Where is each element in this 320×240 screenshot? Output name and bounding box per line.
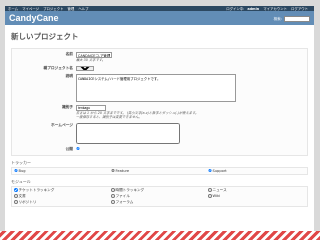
tracker-item: Bug bbox=[14, 169, 111, 173]
module-label: Wiki bbox=[212, 194, 221, 198]
tracker-item: Feature bbox=[111, 169, 208, 173]
module-label: ニュース bbox=[212, 187, 227, 192]
homepage-row: ホームページ bbox=[16, 122, 303, 144]
module-news-checkbox[interactable] bbox=[208, 188, 212, 192]
description-textarea[interactable]: CANDAICEシステム/ハード管理用プロジェクトです。 bbox=[76, 73, 236, 102]
name-row: 名前 最大 30 文字です。 bbox=[16, 52, 303, 63]
module-item: 文書 bbox=[14, 194, 111, 199]
module-label: リポジトリ bbox=[18, 199, 37, 204]
module-item: ニュース bbox=[208, 188, 305, 193]
identifier-row: 識別子 長さは 1 から 20 文字までです。 (英小文字(a-z)と数字とダッ… bbox=[16, 104, 303, 120]
tracker-support-checkbox[interactable] bbox=[208, 168, 212, 173]
homepage-input[interactable] bbox=[76, 122, 180, 144]
search-label: 検索: bbox=[273, 16, 282, 21]
module-documents-checkbox[interactable] bbox=[14, 194, 18, 198]
tracker-item: Support bbox=[208, 169, 305, 173]
module-item: フォーラム bbox=[111, 200, 208, 205]
name-hint: 最大 30 文字です。 bbox=[76, 58, 106, 62]
module-label: フォーラム bbox=[115, 199, 134, 204]
module-label: 時間トラッキング bbox=[115, 187, 145, 192]
page-title: 新しいプロジェクト bbox=[11, 32, 79, 41]
module-issue-tracking-checkbox[interactable] bbox=[14, 188, 18, 192]
module-files-checkbox[interactable] bbox=[111, 194, 115, 198]
app-logo: CandyCane bbox=[9, 13, 59, 23]
tracker-label: Bug bbox=[18, 168, 26, 173]
module-time-tracking-checkbox[interactable] bbox=[111, 188, 115, 192]
module-label: 文書 bbox=[18, 193, 26, 198]
modules-fieldset: チケットトラッキング 時間トラッキング ニュース 文書 ファイル Wiki リポ… bbox=[11, 185, 308, 207]
module-wiki-checkbox[interactable] bbox=[208, 194, 212, 198]
search-input[interactable] bbox=[284, 16, 310, 22]
identifier-hint-2: 一度保存すると、識別子は変更できません。 bbox=[76, 115, 142, 119]
decorative-stripe-border bbox=[0, 231, 320, 240]
page: ホーム マイページ プロジェクト 管理 ヘルプ ログイン中: admin マイアカ… bbox=[5, 6, 314, 234]
parent-row: 親プロジェクト名 bbox=[16, 65, 303, 71]
public-label: 公開 bbox=[65, 146, 73, 151]
tracker-label: Feature bbox=[115, 168, 130, 173]
identifier-label: 識別子 bbox=[61, 104, 73, 109]
module-repository-checkbox[interactable] bbox=[14, 200, 18, 204]
trackers-fieldset: Bug Feature Support bbox=[11, 166, 308, 175]
parent-select[interactable] bbox=[76, 65, 94, 71]
homepage-label: ホームページ bbox=[51, 122, 73, 127]
identifier-input[interactable] bbox=[76, 104, 106, 111]
modules-title: モジュール bbox=[11, 178, 31, 184]
module-item: チケットトラッキング bbox=[14, 188, 111, 193]
module-item: 時間トラッキング bbox=[111, 188, 208, 193]
public-checkbox[interactable] bbox=[76, 146, 80, 150]
parent-label: 親プロジェクト名 bbox=[43, 65, 74, 70]
name-label: 名前 bbox=[65, 52, 73, 56]
module-item: リポジトリ bbox=[14, 200, 111, 205]
description-row: 説明 CANDAICEシステム/ハード管理用プロジェクトです。 bbox=[16, 73, 303, 102]
module-label: ファイル bbox=[115, 193, 130, 198]
search-box: 検索: bbox=[274, 16, 310, 22]
trackers-title: トラッカー bbox=[11, 159, 31, 165]
tracker-label: Support bbox=[212, 168, 227, 173]
header: CandyCane 検索: bbox=[5, 11, 314, 25]
module-item: Wiki bbox=[208, 194, 305, 199]
module-item: ファイル bbox=[111, 194, 208, 199]
tracker-bug-checkbox[interactable] bbox=[14, 168, 18, 173]
public-row: 公開 bbox=[16, 146, 303, 152]
module-label: チケットトラッキング bbox=[18, 187, 55, 192]
tracker-feature-checkbox[interactable] bbox=[111, 168, 115, 173]
main-content: 新しいプロジェクト 名前 最大 30 文字です。 親プロジェクト名 説明 CAN… bbox=[5, 25, 314, 211]
project-form: 名前 最大 30 文字です。 親プロジェクト名 説明 CANDAICEシステム/… bbox=[11, 48, 308, 156]
description-label: 説明 bbox=[65, 73, 73, 78]
module-forums-checkbox[interactable] bbox=[111, 200, 115, 204]
